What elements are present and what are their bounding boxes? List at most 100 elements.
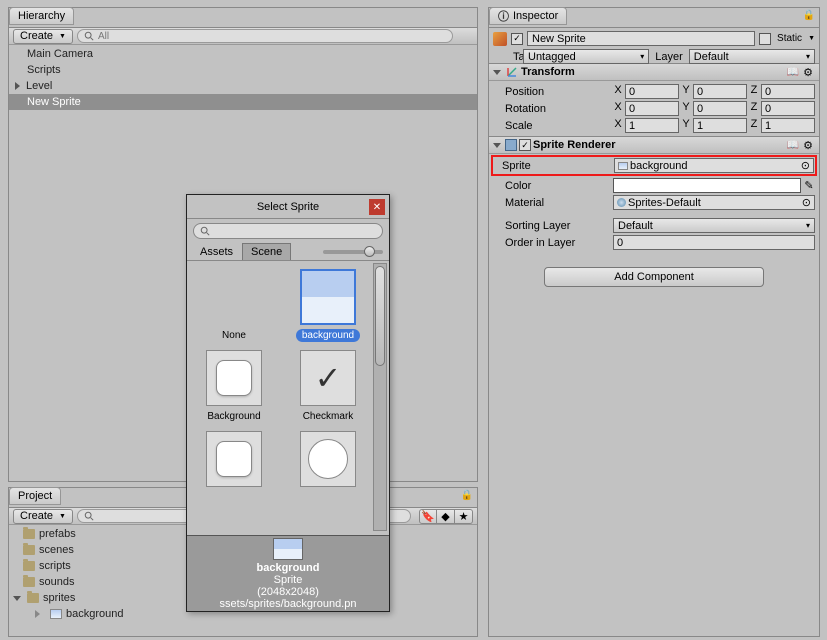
hierarchy-search-input[interactable]: All	[77, 29, 453, 43]
scale-x-input[interactable]: 1	[625, 118, 679, 133]
position-y-input[interactable]: 0	[693, 84, 747, 99]
thumb	[300, 431, 356, 487]
sprite-renderer-component: ✓ Sprite Renderer 📖 ⚙ Spritebackground⊙ …	[489, 136, 819, 253]
object-picker-icon[interactable]: ⊙	[801, 159, 810, 172]
popup-grid: None background Background ✓Checkmark	[187, 261, 389, 533]
object-picker-icon[interactable]: ⊙	[802, 196, 811, 209]
layer-dropdown[interactable]: Default▾	[689, 49, 815, 64]
material-object-field[interactable]: Sprites-Default⊙	[613, 195, 815, 210]
chevron-down-icon: ▼	[59, 33, 66, 40]
order-label: Order in Layer	[493, 237, 611, 249]
hierarchy-item-selected[interactable]: New Sprite	[9, 94, 477, 110]
material-icon	[617, 198, 626, 207]
active-checkbox[interactable]: ✓	[511, 33, 523, 45]
hierarchy-tab[interactable]: Hierarchy	[9, 7, 74, 25]
grid-item[interactable]	[191, 431, 277, 493]
folder-icon	[23, 577, 35, 587]
type-icon-button[interactable]: ◆	[437, 509, 455, 524]
gameobject-icon[interactable]	[493, 32, 507, 46]
popup-tabs: Assets Scene	[187, 243, 389, 261]
info-icon: ⓘ	[498, 8, 509, 24]
static-dropdown-icon[interactable]: ▼	[808, 35, 815, 42]
collapse-icon[interactable]	[13, 596, 21, 601]
tag-dropdown[interactable]: Untagged▾	[523, 49, 649, 64]
project-tab[interactable]: Project	[9, 487, 61, 505]
sprite-renderer-icon	[505, 139, 517, 151]
expand-icon[interactable]	[35, 610, 40, 618]
sprite-thumb-icon	[618, 162, 628, 170]
rotation-label: Rotation	[493, 103, 611, 115]
collapse-icon[interactable]	[493, 70, 501, 75]
thumb	[206, 350, 262, 406]
rotation-z-input[interactable]: 0	[761, 101, 815, 116]
lock-icon[interactable]: 🔒	[461, 490, 473, 501]
popup-titlebar[interactable]: Select Sprite ✕	[187, 195, 389, 219]
enable-checkbox[interactable]: ✓	[519, 139, 531, 151]
tab-scene[interactable]: Scene	[242, 243, 291, 260]
popup-search-input[interactable]	[193, 223, 383, 239]
close-button[interactable]: ✕	[369, 199, 385, 215]
gear-icon[interactable]: ⚙	[801, 138, 815, 152]
scale-y-input[interactable]: 1	[693, 118, 747, 133]
grid-item[interactable]	[285, 431, 371, 493]
thumb	[206, 431, 262, 487]
inspector-tab[interactable]: ⓘ Inspector	[489, 7, 567, 25]
search-icon	[84, 511, 94, 521]
grid-item[interactable]: Background	[191, 350, 277, 423]
scrollbar-thumb[interactable]	[375, 266, 385, 366]
sprite-renderer-header[interactable]: ✓ Sprite Renderer 📖 ⚙	[489, 137, 819, 154]
project-create-button[interactable]: Create ▼	[13, 509, 73, 524]
footer-path: ssets/sprites/background.pn	[220, 598, 357, 610]
color-label: Color	[493, 180, 611, 192]
sprite-icon	[50, 609, 62, 619]
static-checkbox[interactable]	[759, 33, 771, 45]
help-icon[interactable]: 📖	[787, 67, 799, 78]
sprite-field-highlight: Spritebackground⊙	[491, 155, 817, 176]
sprite-object-field[interactable]: background⊙	[614, 158, 814, 173]
help-icon[interactable]: 📖	[787, 140, 799, 151]
hierarchy-item[interactable]: Main Camera	[9, 46, 477, 62]
tab-assets[interactable]: Assets	[191, 243, 242, 261]
position-label: Position	[493, 86, 611, 98]
position-x-input[interactable]: 0	[625, 84, 679, 99]
sprite-prop-label: Sprite	[494, 160, 612, 172]
order-input[interactable]: 0	[613, 235, 815, 250]
color-field[interactable]	[613, 178, 801, 193]
hierarchy-create-button[interactable]: Create ▼	[13, 29, 73, 44]
inspector-header: ✓ New Sprite Static ▼ Tag Untagged▾ Laye…	[489, 27, 819, 63]
chevron-down-icon: ▾	[640, 52, 644, 61]
expand-icon[interactable]	[15, 82, 20, 90]
material-label: Material	[493, 197, 611, 209]
eyedropper-icon[interactable]: ✎	[803, 179, 815, 192]
grid-item[interactable]: ✓Checkmark	[285, 350, 371, 423]
filter-icon-button[interactable]: 🔖	[419, 509, 437, 524]
inspector-panel: ⓘ Inspector 🔒 ▾ ✓ New Sprite Static ▼ Ta…	[488, 7, 820, 637]
rotation-y-input[interactable]: 0	[693, 101, 747, 116]
hierarchy-item[interactable]: Scripts	[9, 62, 477, 78]
lock-icon[interactable]: 🔒	[803, 10, 815, 21]
scrollbar[interactable]	[373, 263, 387, 531]
folder-icon	[23, 561, 35, 571]
grid-item-none[interactable]: None	[191, 269, 277, 342]
static-label: Static	[775, 33, 804, 44]
object-name-input[interactable]: New Sprite	[527, 31, 755, 46]
star-icon-button[interactable]: ★	[455, 509, 473, 524]
slider-thumb[interactable]	[364, 246, 375, 257]
scale-z-input[interactable]: 1	[761, 118, 815, 133]
collapse-icon[interactable]	[493, 143, 501, 148]
transform-header[interactable]: Transform 📖 ⚙	[489, 64, 819, 81]
footer-thumb-icon	[273, 538, 303, 560]
add-component-button[interactable]: Add Component	[544, 267, 764, 287]
hierarchy-item[interactable]: Level	[9, 78, 477, 94]
gear-icon[interactable]: ⚙	[801, 65, 815, 79]
rotation-x-input[interactable]: 0	[625, 101, 679, 116]
thumbnail-size-slider[interactable]	[323, 250, 383, 254]
scale-label: Scale	[493, 120, 611, 132]
grid-item-selected[interactable]: background	[285, 269, 371, 342]
position-z-input[interactable]: 0	[761, 84, 815, 99]
folder-icon	[27, 593, 39, 603]
folder-icon	[23, 545, 35, 555]
hierarchy-tab-label: Hierarchy	[18, 10, 65, 22]
sorting-layer-dropdown[interactable]: Default▾	[613, 218, 815, 233]
chevron-down-icon: ▾	[806, 221, 810, 230]
